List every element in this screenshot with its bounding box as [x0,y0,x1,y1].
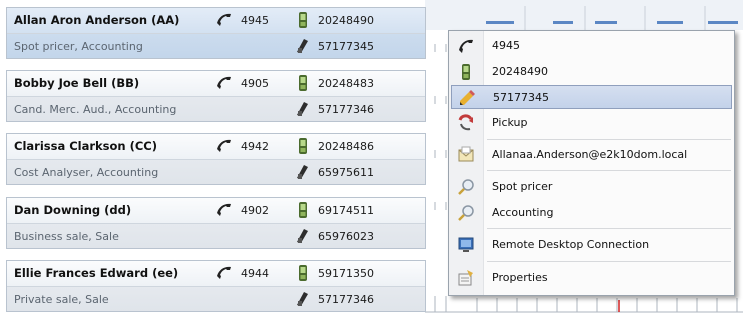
desk-phone-icon[interactable] [295,38,309,54]
menu-separator [487,228,731,229]
direct-number[interactable]: 57177345 [318,40,374,53]
search-icon [458,205,474,221]
timeline-top-row [425,0,743,30]
desk-phone-icon[interactable] [295,291,309,307]
mobile-icon[interactable] [297,74,309,92]
extension-number[interactable]: 4902 [241,204,269,217]
mobile-number[interactable]: 20248483 [318,77,374,90]
contact-card[interactable]: Dan Downing (dd) 4902 69174511 Business … [6,197,426,249]
menu-separator [487,139,731,140]
extension-number[interactable]: 4905 [241,77,269,90]
context-menu: 4945 20248490 57177345 Pickup Allanaa.An… [448,30,735,296]
contact-card[interactable]: Bobby Joe Bell (BB) 4905 20248483 Cand. … [6,70,426,122]
menu-item-direct[interactable]: 57177345 [451,85,732,109]
remote-desktop-icon [458,237,474,252]
pickup-icon [458,114,473,131]
menu-item-department-search[interactable]: Accounting [451,201,732,225]
mail-icon [458,146,474,162]
phone-icon[interactable] [215,265,233,281]
extension-number[interactable]: 4942 [241,140,269,153]
contact-subtitle: Private sale, Sale [14,293,109,306]
busy-bar [595,21,617,24]
menu-item-label: Pickup [492,116,528,129]
contact-name[interactable]: Bobby Joe Bell (BB) [14,76,139,90]
direct-number[interactable]: 57177346 [318,293,374,306]
desk-phone-icon[interactable] [295,164,309,180]
menu-item-label: Accounting [492,206,554,219]
menu-item-label: 57177345 [493,91,549,104]
phone-icon[interactable] [215,202,233,218]
mobile-number[interactable]: 20248490 [318,14,374,27]
menu-item-mobile[interactable]: 20248490 [451,60,732,84]
menu-item-label: Spot pricer [492,180,553,193]
mobile-icon[interactable] [297,201,309,219]
mobile-icon[interactable] [297,137,309,155]
contact-card[interactable]: Allan Aron Anderson (AA) 4945 20248490 S… [6,7,426,59]
menu-item-label: Remote Desktop Connection [492,238,650,251]
desk-phone-icon[interactable] [295,228,309,244]
menu-item-extension[interactable]: 4945 [451,34,732,58]
mobile-icon[interactable] [297,11,309,29]
menu-item-title-search[interactable]: Spot pricer [451,175,732,199]
mobile-icon [462,64,470,80]
phone-icon[interactable] [215,138,233,154]
contact-subtitle: Cost Analyser, Accounting [14,166,159,179]
phone-icon [459,39,473,53]
mobile-number[interactable]: 69174511 [318,204,374,217]
phone-icon[interactable] [215,75,233,91]
mobile-number[interactable]: 20248486 [318,140,374,153]
busy-bar [708,21,738,24]
direct-number[interactable]: 65975611 [318,166,374,179]
menu-item-pickup[interactable]: Pickup [451,111,732,135]
mobile-number[interactable]: 59171350 [318,267,374,280]
extension-number[interactable]: 4944 [241,267,269,280]
contact-name[interactable]: Ellie Frances Edward (ee) [14,266,178,280]
contact-name[interactable]: Allan Aron Anderson (AA) [14,13,179,27]
contact-subtitle: Spot pricer, Accounting [14,40,143,53]
menu-item-email[interactable]: Allanaa.Anderson@e2k10dom.local [451,143,732,167]
contact-name[interactable]: Dan Downing (dd) [14,203,131,217]
contact-name[interactable]: Clarissa Clarkson (CC) [14,139,157,153]
menu-separator [487,170,731,171]
mobile-icon[interactable] [297,264,309,282]
busy-bar [553,21,573,24]
menu-item-remote-desktop[interactable]: Remote Desktop Connection [451,233,732,257]
menu-item-label: Allanaa.Anderson@e2k10dom.local [492,148,688,161]
contact-subtitle: Business sale, Sale [14,230,119,243]
phone-icon[interactable] [215,12,233,28]
desk-phone-icon[interactable] [295,101,309,117]
contact-card[interactable]: Ellie Frances Edward (ee) 4944 59171350 … [6,260,426,312]
properties-icon [458,270,473,286]
busy-bar [657,21,683,24]
search-icon [458,179,474,195]
pencil-icon [460,90,475,105]
menu-item-label: Properties [492,271,548,284]
menu-item-label: 4945 [492,39,520,52]
contact-subtitle: Cand. Merc. Aud., Accounting [14,103,177,116]
menu-item-properties[interactable]: Properties [451,266,732,290]
busy-bar [486,21,514,24]
contact-card[interactable]: Clarissa Clarkson (CC) 4942 20248486 Cos… [6,133,426,185]
menu-separator [487,261,731,262]
menu-item-label: 20248490 [492,65,548,78]
direct-number[interactable]: 65976023 [318,230,374,243]
direct-number[interactable]: 57177346 [318,103,374,116]
extension-number[interactable]: 4945 [241,14,269,27]
